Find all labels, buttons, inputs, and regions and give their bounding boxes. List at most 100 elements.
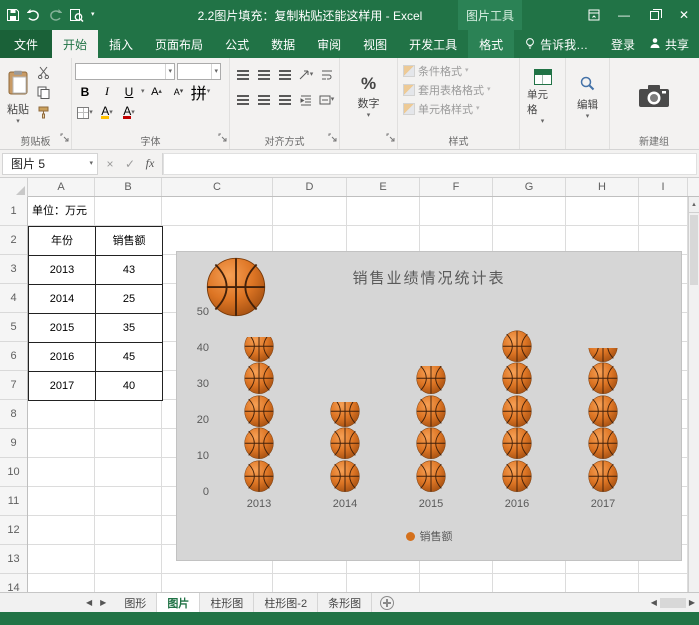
column-header-C[interactable]: C <box>162 178 273 196</box>
name-box[interactable]: 图片 5 ▾ <box>2 152 98 175</box>
column-header-E[interactable]: E <box>347 178 420 196</box>
cell-styles-button[interactable]: 单元格样式 ▾ <box>401 99 516 118</box>
tell-me-box[interactable]: 告诉我… <box>514 30 598 58</box>
font-color-icon[interactable]: A ▾ <box>119 103 139 122</box>
row-header-3[interactable]: 3 <box>0 255 27 284</box>
table-cell[interactable]: 2014 <box>29 285 96 314</box>
editing-button[interactable]: 编辑 ▾ <box>569 61 606 133</box>
print-preview-icon[interactable] <box>69 8 84 23</box>
column-header-B[interactable]: B <box>95 178 162 196</box>
row-header-12[interactable]: 12 <box>0 516 27 545</box>
vertical-scrollbar[interactable]: ▲ <box>688 197 699 592</box>
phonetic-guide-button[interactable]: 拼 ▾ <box>191 82 211 103</box>
scroll-right-icon[interactable]: ▶ <box>689 598 695 607</box>
align-center-icon[interactable] <box>254 90 273 109</box>
table-header[interactable]: 销售额 <box>96 227 163 256</box>
align-top-icon[interactable] <box>233 65 252 84</box>
scroll-left-icon[interactable]: ◀ <box>651 598 657 607</box>
bold-button[interactable]: B <box>75 82 95 101</box>
data-point-stack[interactable] <box>588 348 618 492</box>
copy-icon[interactable] <box>33 83 53 102</box>
align-right-icon[interactable] <box>275 90 294 109</box>
alignment-dialog-launcher[interactable] <box>328 129 337 147</box>
table-cell[interactable]: 45 <box>96 343 163 372</box>
align-middle-icon[interactable] <box>254 65 273 84</box>
insert-function-icon[interactable]: fx <box>140 156 160 171</box>
fill-color-icon[interactable]: A ▾ <box>97 103 117 122</box>
formula-input[interactable] <box>163 152 697 175</box>
table-cell[interactable]: 2013 <box>29 256 96 285</box>
sheet-tab-3[interactable]: 柱形图-2 <box>254 593 319 612</box>
underline-button[interactable]: U <box>119 82 139 101</box>
scroll-up-icon[interactable]: ▲ <box>689 197 699 213</box>
row-header-10[interactable]: 10 <box>0 458 27 487</box>
cell-grid[interactable]: 单位：万元 年份 销售额 2013 43 2014 25 2015 35 201… <box>28 197 699 592</box>
tab-review[interactable]: 审阅 <box>306 30 352 58</box>
table-cell[interactable]: 2017 <box>29 372 96 401</box>
cut-icon[interactable] <box>33 63 53 82</box>
table-cell[interactable]: 40 <box>96 372 163 401</box>
number-format-button[interactable]: % 数字 ▾ <box>343 61 394 133</box>
horizontal-scroll-thumb[interactable] <box>659 597 686 608</box>
column-header-F[interactable]: F <box>420 178 493 196</box>
sign-in-button[interactable]: 登录 <box>601 36 645 53</box>
tab-formulas[interactable]: 公式 <box>214 30 260 58</box>
row-header-7[interactable]: 7 <box>0 371 27 400</box>
row-header-9[interactable]: 9 <box>0 429 27 458</box>
tab-developer[interactable]: 开发工具 <box>398 30 468 58</box>
name-box-dropdown[interactable]: ▾ <box>85 160 97 167</box>
borders-icon[interactable]: ▾ <box>75 103 95 122</box>
underline-dropdown[interactable]: ▾ <box>141 88 145 95</box>
select-all-button[interactable] <box>0 178 28 197</box>
table-cell[interactable]: 2015 <box>29 314 96 343</box>
sheet-tab-1[interactable]: 图片 <box>157 593 201 612</box>
font-name-combo[interactable]: ▾ <box>75 63 175 80</box>
align-bottom-icon[interactable] <box>275 65 294 84</box>
column-header-A[interactable]: A <box>28 178 95 196</box>
camera-button[interactable] <box>613 61 695 133</box>
table-cell[interactable]: 2016 <box>29 343 96 372</box>
chart[interactable]: 销售业绩情况统计表 销售额 0 10 20 30 40 50 2013 2014 2015 201… <box>176 251 682 561</box>
row-header-5[interactable]: 5 <box>0 313 27 342</box>
enter-icon[interactable]: ✓ <box>120 157 140 171</box>
restore-button[interactable] <box>639 0 669 30</box>
align-left-icon[interactable] <box>233 90 252 109</box>
row-header-6[interactable]: 6 <box>0 342 27 371</box>
merge-center-icon[interactable]: ▾ <box>317 90 336 109</box>
row-header-11[interactable]: 11 <box>0 487 27 516</box>
paste-button[interactable]: 粘贴 ▾ <box>3 61 33 133</box>
table-cell[interactable]: 35 <box>96 314 163 343</box>
vertical-scroll-thumb[interactable] <box>690 215 698 285</box>
data-point-stack[interactable] <box>244 337 274 492</box>
italic-button[interactable]: I <box>97 82 117 101</box>
tab-view[interactable]: 视图 <box>352 30 398 58</box>
row-header-1[interactable]: 1 <box>0 197 27 226</box>
tab-home[interactable]: 开始 <box>52 30 99 58</box>
chart-legend[interactable]: 销售额 <box>177 528 681 544</box>
redo-icon[interactable] <box>48 8 62 22</box>
row-header-8[interactable]: 8 <box>0 400 27 429</box>
row-header-14[interactable]: 14 <box>0 574 27 592</box>
tab-insert[interactable]: 插入 <box>98 30 144 58</box>
tab-file[interactable]: 文件 <box>0 30 53 58</box>
tab-data[interactable]: 数据 <box>260 30 306 58</box>
format-as-table-button[interactable]: 套用表格格式 ▾ <box>401 80 516 99</box>
decrease-font-icon[interactable]: A ▾ <box>169 82 189 101</box>
ribbon-display-options-icon[interactable] <box>579 0 609 30</box>
column-header-I[interactable]: I <box>639 178 688 196</box>
font-size-combo[interactable]: ▾ <box>177 63 221 80</box>
sheet-tab-2[interactable]: 柱形图 <box>200 593 255 612</box>
table-cell[interactable]: 25 <box>96 285 163 314</box>
cell-a1[interactable]: 单位：万元 <box>32 197 87 226</box>
data-table[interactable]: 年份 销售额 2013 43 2014 25 2015 35 2016 45 2… <box>28 226 163 401</box>
data-point-stack[interactable] <box>330 402 360 492</box>
new-sheet-icon[interactable] <box>380 596 395 610</box>
format-painter-icon[interactable] <box>33 103 53 122</box>
row-header-13[interactable]: 13 <box>0 545 27 574</box>
minimize-button[interactable]: — <box>609 0 639 30</box>
cancel-icon[interactable]: × <box>100 157 120 171</box>
save-icon[interactable] <box>6 8 20 22</box>
column-header-H[interactable]: H <box>566 178 639 196</box>
table-header[interactable]: 年份 <box>29 227 96 256</box>
sheet-tab-0[interactable]: 图形 <box>114 593 158 612</box>
